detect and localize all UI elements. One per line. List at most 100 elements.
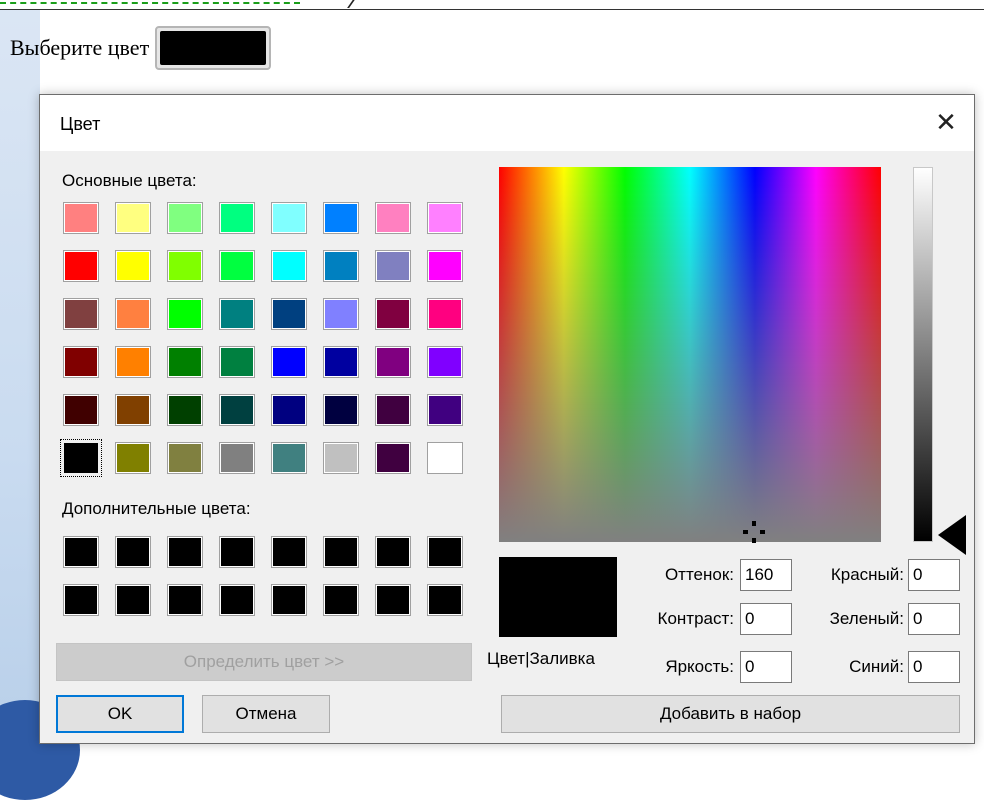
custom-color-swatch[interactable] [167,536,203,568]
hue-saturation-spectrum[interactable] [499,167,881,543]
custom-color-swatch[interactable] [271,536,307,568]
color-prompt-row: Выберите цвет [10,26,272,70]
basic-color-swatch[interactable] [167,250,203,282]
dialog-titlebar: Цвет ✕ [40,95,974,151]
basic-color-swatch[interactable] [219,202,255,234]
dialog-title: Цвет [60,114,101,134]
blue-label: Синий: [849,657,904,676]
basic-color-swatch[interactable] [323,394,359,426]
luminance-input[interactable]: 0 [740,651,792,683]
custom-color-swatch[interactable] [375,584,411,616]
basic-color-swatch[interactable] [115,394,151,426]
add-to-custom-colors-button[interactable]: Добавить в набор [501,695,960,733]
basic-color-swatch[interactable] [271,346,307,378]
red-input[interactable]: 0 [908,559,960,591]
basic-color-swatch[interactable] [375,346,411,378]
basic-color-swatch[interactable] [167,202,203,234]
basic-color-swatch[interactable] [167,346,203,378]
luminance-label: Яркость: [665,657,734,676]
basic-color-swatch[interactable] [63,298,99,330]
ok-button[interactable]: OK [56,695,184,733]
basic-color-swatch[interactable] [219,298,255,330]
custom-color-swatch[interactable] [115,536,151,568]
basic-color-swatch[interactable] [63,250,99,282]
custom-color-swatch[interactable] [427,536,463,568]
cancel-button[interactable]: Отмена [202,695,330,733]
basic-color-swatch[interactable] [427,250,463,282]
custom-color-swatch[interactable] [219,584,255,616]
custom-color-swatch[interactable] [115,584,151,616]
basic-color-swatch[interactable] [115,250,151,282]
hue-label: Оттенок: [664,565,734,584]
basic-colors-grid [60,202,463,477]
green-underline [0,2,300,9]
green-label: Зеленый: [829,609,904,628]
custom-colors-label: Дополнительные цвета: [62,499,251,518]
basic-color-swatch[interactable] [271,250,307,282]
red-label: Красный: [830,565,904,584]
close-icon[interactable]: ✕ [928,104,964,140]
basic-color-swatch[interactable] [115,346,151,378]
define-custom-colors-button[interactable]: Определить цвет >> [56,643,472,681]
basic-color-swatch[interactable] [375,250,411,282]
custom-color-swatch[interactable] [375,536,411,568]
basic-color-swatch[interactable] [271,202,307,234]
basic-color-swatch[interactable] [63,346,99,378]
basic-color-swatch[interactable] [323,442,359,474]
basic-color-swatch[interactable] [271,442,307,474]
basic-color-swatch[interactable] [375,298,411,330]
basic-color-swatch[interactable] [167,442,203,474]
color-picker-button[interactable] [155,26,272,70]
basic-color-swatch[interactable] [167,298,203,330]
custom-color-swatch[interactable] [271,584,307,616]
luminance-pointer-icon[interactable] [938,515,966,555]
custom-color-swatch[interactable] [167,584,203,616]
custom-color-swatch[interactable] [323,536,359,568]
basic-color-swatch[interactable] [167,394,203,426]
blue-input[interactable]: 0 [908,651,960,683]
basic-color-swatch[interactable] [427,298,463,330]
custom-color-swatch[interactable] [323,584,359,616]
basic-color-swatch[interactable] [375,442,411,474]
basic-color-swatch[interactable] [427,442,463,474]
color-preview [499,557,617,637]
luminance-slider[interactable] [913,167,933,542]
basic-color-swatch[interactable] [375,202,411,234]
arrow-shape [347,0,381,8]
basic-color-swatch[interactable] [427,394,463,426]
basic-color-swatch[interactable] [375,394,411,426]
basic-color-swatch[interactable] [427,346,463,378]
crosshair-cursor [743,521,765,543]
basic-color-swatch[interactable] [63,394,99,426]
basic-color-swatch[interactable] [427,202,463,234]
basic-color-swatch[interactable] [219,346,255,378]
basic-color-swatch[interactable] [115,202,151,234]
basic-color-swatch[interactable] [219,394,255,426]
green-input[interactable]: 0 [908,603,960,635]
basic-color-swatch[interactable] [323,298,359,330]
slide-background [0,0,40,759]
basic-color-swatch[interactable] [63,202,99,234]
custom-color-swatch[interactable] [427,584,463,616]
preview-label: Цвет|Заливка [487,649,595,668]
color-picker-swatch [160,31,267,65]
custom-color-swatch[interactable] [63,536,99,568]
custom-colors-grid [63,536,463,616]
custom-color-swatch[interactable] [63,584,99,616]
basic-color-swatch[interactable] [60,439,102,477]
basic-color-swatch[interactable] [115,442,151,474]
prompt-label: Выберите цвет [10,35,150,60]
basic-color-swatch[interactable] [219,250,255,282]
color-dialog: Цвет ✕ Основные цвета: Дополнительные цв… [39,94,975,744]
basic-color-swatch[interactable] [323,202,359,234]
custom-color-swatch[interactable] [219,536,255,568]
basic-colors-label: Основные цвета: [62,171,197,190]
basic-color-swatch[interactable] [115,298,151,330]
basic-color-swatch[interactable] [323,346,359,378]
basic-color-swatch[interactable] [271,394,307,426]
basic-color-swatch[interactable] [323,250,359,282]
basic-color-swatch[interactable] [219,442,255,474]
basic-color-swatch[interactable] [271,298,307,330]
saturation-input[interactable]: 0 [740,603,792,635]
hue-input[interactable]: 160 [740,559,792,591]
